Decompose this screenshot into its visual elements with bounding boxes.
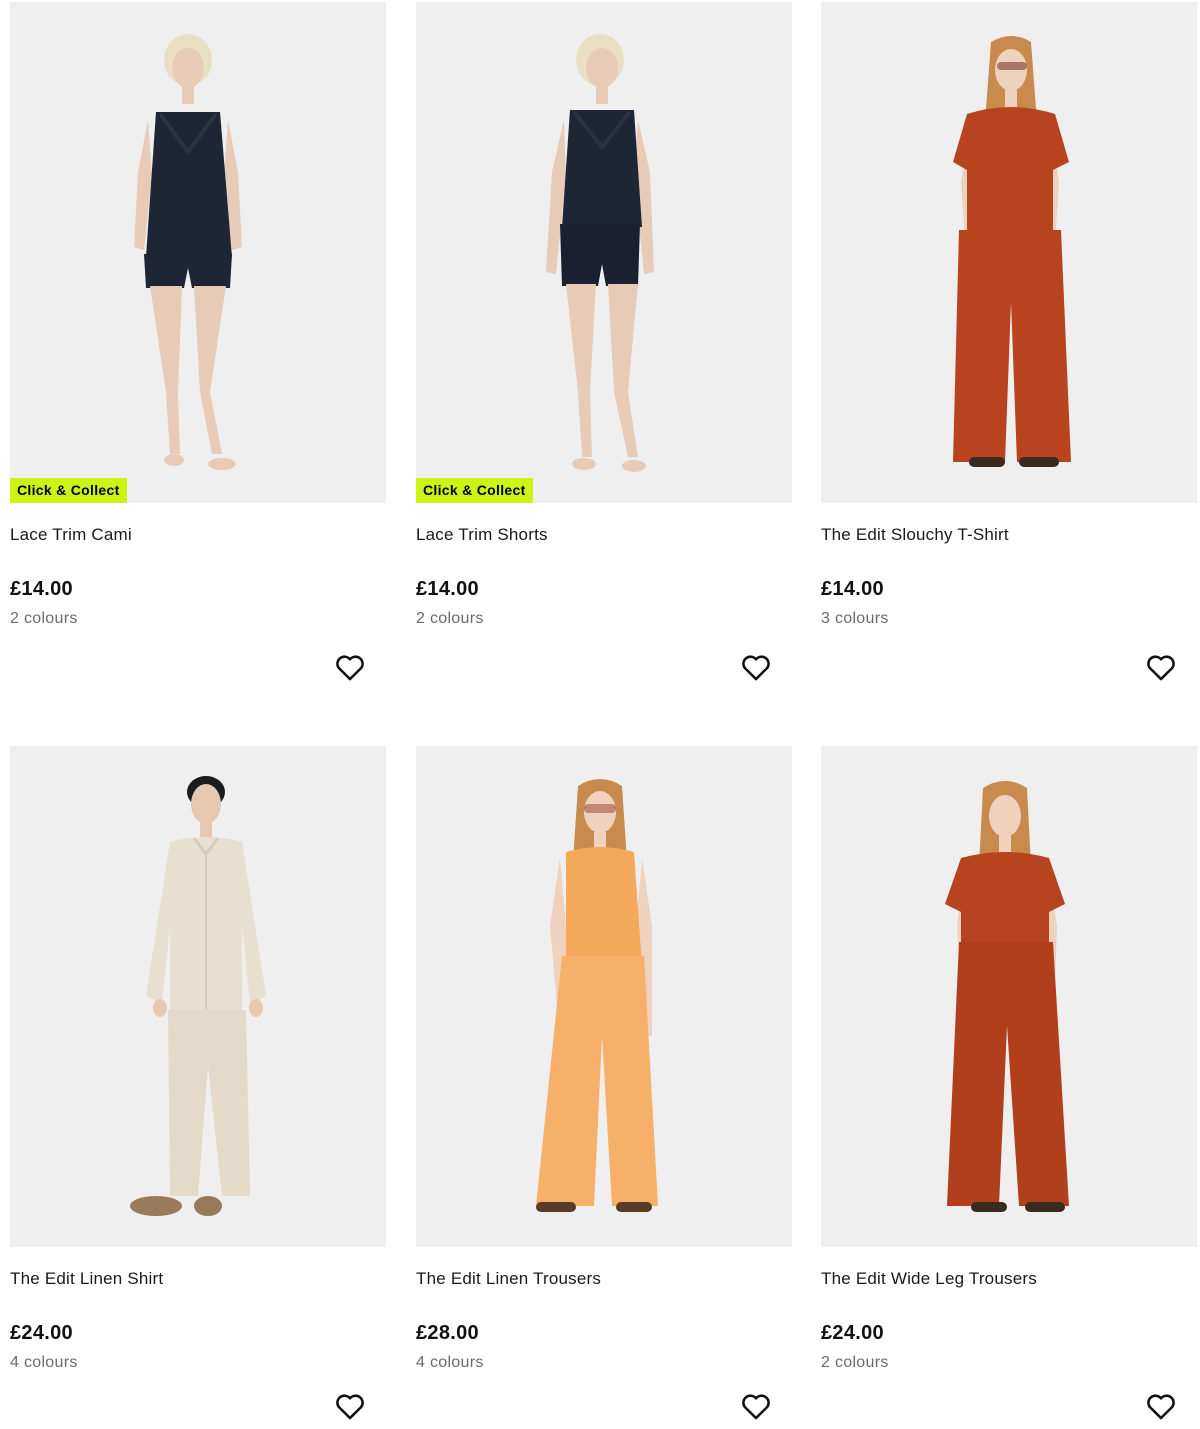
product-price: £14.00 bbox=[821, 578, 884, 600]
product-price: £24.00 bbox=[10, 1322, 73, 1344]
product-colours: 3 colours bbox=[821, 610, 889, 627]
wishlist-button[interactable] bbox=[1144, 650, 1178, 684]
model-photo bbox=[10, 746, 386, 1247]
product-colours: 2 colours bbox=[821, 1354, 889, 1371]
wishlist-button[interactable] bbox=[333, 1389, 367, 1423]
wishlist-button[interactable] bbox=[1144, 1389, 1178, 1423]
product-name[interactable]: The Edit Wide Leg Trousers bbox=[821, 1269, 1037, 1289]
product-colours: 2 colours bbox=[416, 610, 484, 627]
product-name[interactable]: The Edit Linen Shirt bbox=[10, 1269, 163, 1289]
wishlist-button[interactable] bbox=[333, 650, 367, 684]
heart-outline-icon bbox=[1147, 1394, 1175, 1420]
model-photo bbox=[416, 2, 792, 503]
heart-outline-icon bbox=[336, 655, 364, 681]
model-photo bbox=[821, 2, 1197, 503]
heart-outline-icon bbox=[1147, 655, 1175, 681]
product-image[interactable] bbox=[821, 2, 1197, 503]
heart-outline-icon bbox=[742, 655, 770, 681]
product-name[interactable]: The Edit Linen Trousers bbox=[416, 1269, 601, 1289]
product-colours: 4 colours bbox=[416, 1354, 484, 1371]
wishlist-button[interactable] bbox=[739, 1389, 773, 1423]
product-colours: 2 colours bbox=[10, 610, 78, 627]
model-photo bbox=[821, 746, 1197, 1247]
heart-outline-icon bbox=[742, 1394, 770, 1420]
product-name[interactable]: The Edit Slouchy T-Shirt bbox=[821, 525, 1009, 545]
model-photo bbox=[416, 746, 792, 1247]
product-image[interactable] bbox=[10, 746, 386, 1247]
product-price: £14.00 bbox=[10, 578, 73, 600]
click-and-collect-badge: Click & Collect bbox=[10, 478, 127, 503]
product-image[interactable] bbox=[10, 2, 386, 503]
product-price: £24.00 bbox=[821, 1322, 884, 1344]
product-name[interactable]: Lace Trim Shorts bbox=[416, 525, 548, 545]
heart-outline-icon bbox=[336, 1394, 364, 1420]
product-image[interactable] bbox=[821, 746, 1197, 1247]
product-name[interactable]: Lace Trim Cami bbox=[10, 525, 132, 545]
product-price: £28.00 bbox=[416, 1322, 479, 1344]
product-grid: Click & Collect Lace Trim Cami £14.00 2 … bbox=[0, 0, 1200, 1429]
product-price: £14.00 bbox=[416, 578, 479, 600]
product-colours: 4 colours bbox=[10, 1354, 78, 1371]
wishlist-button[interactable] bbox=[739, 650, 773, 684]
click-and-collect-badge: Click & Collect bbox=[416, 478, 533, 503]
product-image[interactable] bbox=[416, 2, 792, 503]
model-photo bbox=[10, 2, 386, 503]
product-image[interactable] bbox=[416, 746, 792, 1247]
